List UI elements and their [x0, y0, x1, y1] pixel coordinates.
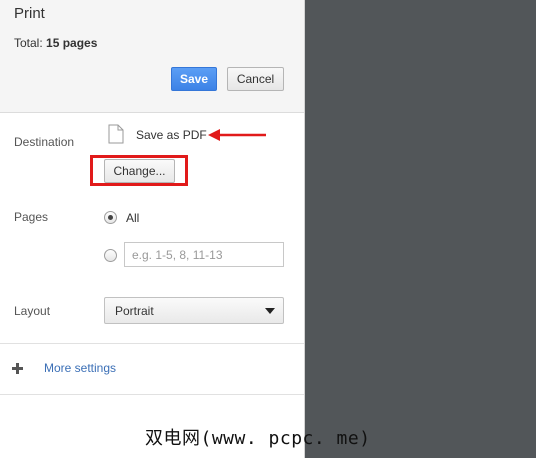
- divider: [0, 394, 304, 395]
- pages-label: Pages: [14, 210, 49, 224]
- print-settings-panel: Print Total: 15 pages Save Cancel Destin…: [0, 0, 305, 458]
- change-destination-button[interactable]: Change...: [104, 159, 175, 183]
- save-button[interactable]: Save: [171, 67, 217, 91]
- more-settings-toggle[interactable]: More settings: [12, 360, 132, 378]
- more-settings-label: More settings: [44, 361, 117, 375]
- layout-select[interactable]: Portrait: [104, 297, 284, 324]
- pages-range-input[interactable]: [124, 242, 284, 267]
- pages-all-label: All: [126, 211, 140, 225]
- destination-label: Destination: [14, 135, 75, 149]
- watermark-text: 双电网(www. pcpc. me): [145, 428, 371, 449]
- cancel-button[interactable]: Cancel: [227, 67, 284, 91]
- document-icon: [108, 124, 124, 144]
- destination-name: Save as PDF: [136, 128, 207, 142]
- layout-label: Layout: [14, 304, 51, 318]
- arrow-annotation-icon: [208, 129, 266, 141]
- total-value: 15 pages: [46, 36, 98, 50]
- total-label: Total:: [14, 36, 43, 50]
- chevron-down-icon: [265, 308, 275, 314]
- print-preview-area: [305, 0, 536, 458]
- page-title: Print: [14, 5, 45, 22]
- print-header: Print Total: 15 pages Save Cancel: [0, 0, 304, 113]
- layout-select-value: Portrait: [115, 304, 154, 318]
- pages-custom-radio[interactable]: [104, 249, 117, 262]
- plus-icon: [12, 363, 23, 374]
- total-pages: Total: 15 pages: [14, 36, 97, 50]
- pages-all-radio[interactable]: [104, 211, 117, 224]
- divider: [0, 343, 304, 344]
